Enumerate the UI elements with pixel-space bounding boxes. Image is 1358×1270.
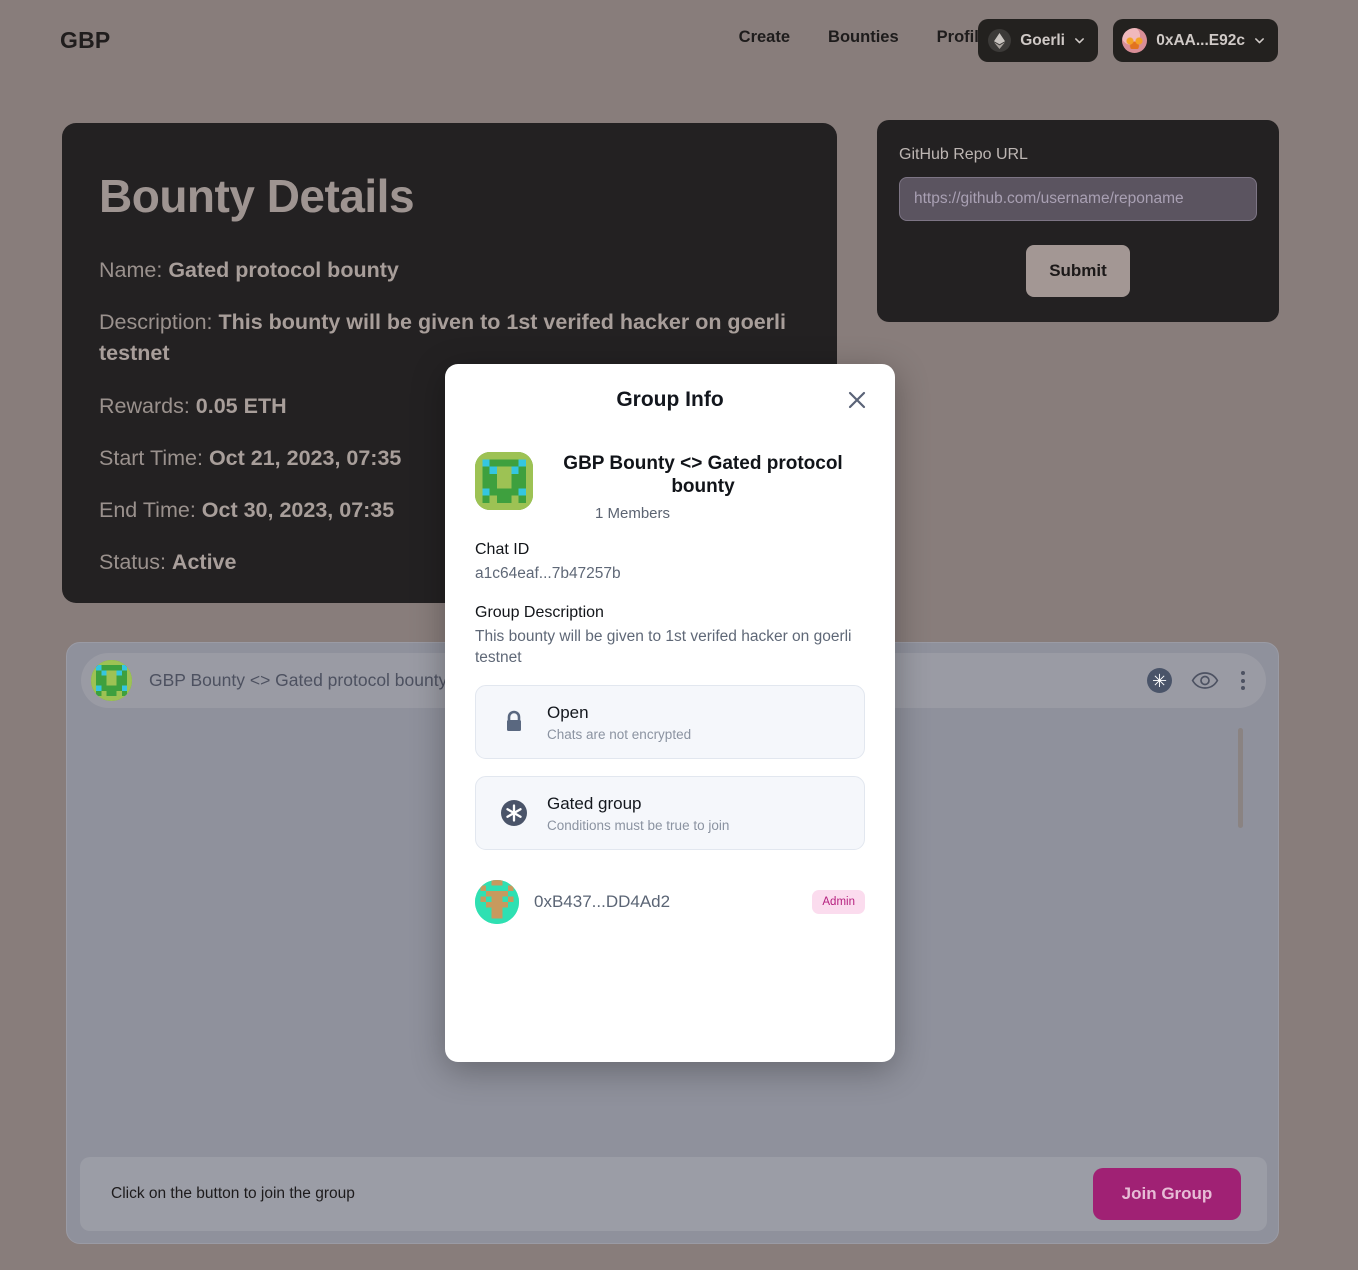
group-meta: GBP Bounty <> Gated protocol bounty 1 Me…	[549, 452, 865, 522]
nav-links: Create Bounties Profile	[739, 28, 988, 47]
bounty-field-status-label: Status:	[99, 550, 166, 575]
group-members-count: 1 Members	[595, 505, 671, 523]
chain-label: Goerli	[1020, 31, 1065, 49]
chevron-down-icon	[1255, 38, 1264, 44]
modal-title: Group Info	[616, 388, 724, 411]
modal-header: Group Info	[445, 364, 895, 436]
option-open-text: Open Chats are not encrypted	[547, 703, 691, 742]
group-description-value: This bounty will be given to 1st verifed…	[475, 627, 852, 667]
account-button[interactable]: 0xAA...E92c	[1113, 19, 1278, 62]
brand-logo[interactable]: GBP	[60, 27, 110, 54]
group-summary: GBP Bounty <> Gated protocol bounty 1 Me…	[445, 436, 895, 522]
bounty-field-description: Description: This bounty will be given t…	[99, 307, 799, 369]
avatar	[1122, 28, 1148, 53]
submit-button[interactable]: Submit	[1026, 245, 1130, 297]
asterisk-badge-icon	[500, 800, 528, 827]
option-open-title: Open	[547, 702, 589, 722]
account-label: 0xAA...E92c	[1156, 31, 1245, 49]
group-name: GBP Bounty <> Gated protocol bounty	[563, 453, 843, 498]
bounty-field-end-time-label: End Time:	[99, 497, 196, 522]
chevron-down-icon	[1075, 38, 1084, 44]
bounty-field-name: Name: Gated protocol bounty	[99, 255, 799, 286]
navbar: GBP Create Bounties Profile Goerli 0xAA.…	[0, 0, 1358, 82]
member-address: 0xB437...DD4Ad2	[534, 892, 671, 912]
bounty-field-end-time-value: Oct 30, 2023, 07:35	[201, 497, 395, 522]
option-open[interactable]: Open Chats are not encrypted	[475, 685, 865, 760]
status-badge: Active	[171, 550, 237, 575]
join-group-button[interactable]: Join Group	[1093, 1168, 1241, 1220]
eye-icon[interactable]	[1191, 671, 1219, 690]
option-gated-title: Gated group	[547, 793, 642, 813]
chat-scrollbar[interactable]	[1238, 728, 1243, 828]
option-gated-subtitle: Conditions must be true to join	[547, 818, 730, 834]
bounty-field-start-time-label: Start Time:	[99, 445, 203, 470]
bounty-field-start-time-value: Oct 21, 2023, 07:35	[208, 445, 402, 470]
bounty-field-description-label: Description:	[99, 310, 213, 335]
group-info-modal: Group Info GBP Bounty <> Gated protocol …	[445, 364, 895, 1062]
app-root: GBP Create Bounties Profile Goerli 0xAA.…	[0, 0, 1358, 1270]
option-open-subtitle: Chats are not encrypted	[547, 727, 692, 743]
group-avatar-icon	[91, 660, 132, 701]
join-group-bar: Click on the button to join the group Jo…	[80, 1157, 1267, 1231]
github-repo-card: GitHub Repo URL Submit	[877, 120, 1279, 322]
chat-id-value[interactable]: a1c64eaf...7b47257b	[475, 563, 865, 584]
kebab-menu-icon[interactable]	[1238, 668, 1248, 693]
bounty-field-name-value: Gated protocol bounty	[168, 258, 399, 282]
chat-header-title: GBP Bounty <> Gated protocol bounty	[149, 670, 448, 690]
chat-id-label: Chat ID	[475, 541, 530, 559]
join-group-hint: Click on the button to join the group	[111, 1185, 355, 1202]
close-icon[interactable]	[845, 388, 869, 412]
chat-header-actions: ✳	[1147, 668, 1248, 693]
nav-link-create[interactable]: Create	[739, 28, 790, 47]
option-gated-text: Gated group Conditions must be true to j…	[547, 794, 729, 833]
gated-group-icon[interactable]: ✳	[1147, 668, 1172, 693]
nav-link-bounties[interactable]: Bounties	[828, 28, 899, 47]
page-title: Bounty Details	[99, 170, 415, 222]
repo-url-label: GitHub Repo URL	[899, 146, 1028, 163]
group-description-section: Group Description This bounty will be gi…	[445, 604, 895, 669]
member-avatar-icon	[475, 880, 519, 925]
list-item[interactable]: 0xB437...DD4Ad2 Admin	[475, 878, 865, 926]
bounty-field-name-label: Name:	[99, 258, 163, 282]
group-avatar-icon	[475, 452, 533, 510]
option-gated-group[interactable]: Gated group Conditions must be true to j…	[475, 776, 865, 851]
group-description-label: Group Description	[475, 603, 604, 621]
chat-id-section: Chat ID a1c64eaf...7b47257b	[445, 541, 895, 584]
ethereum-icon	[988, 29, 1012, 52]
chain-selector-button[interactable]: Goerli	[978, 19, 1098, 62]
bounty-field-rewards-value: 0.05 ETH	[195, 393, 287, 418]
status-badge: Admin	[812, 890, 865, 915]
repo-url-input[interactable]	[899, 177, 1257, 221]
bounty-field-rewards-label: Rewards:	[99, 393, 190, 418]
lock-icon	[500, 710, 528, 734]
